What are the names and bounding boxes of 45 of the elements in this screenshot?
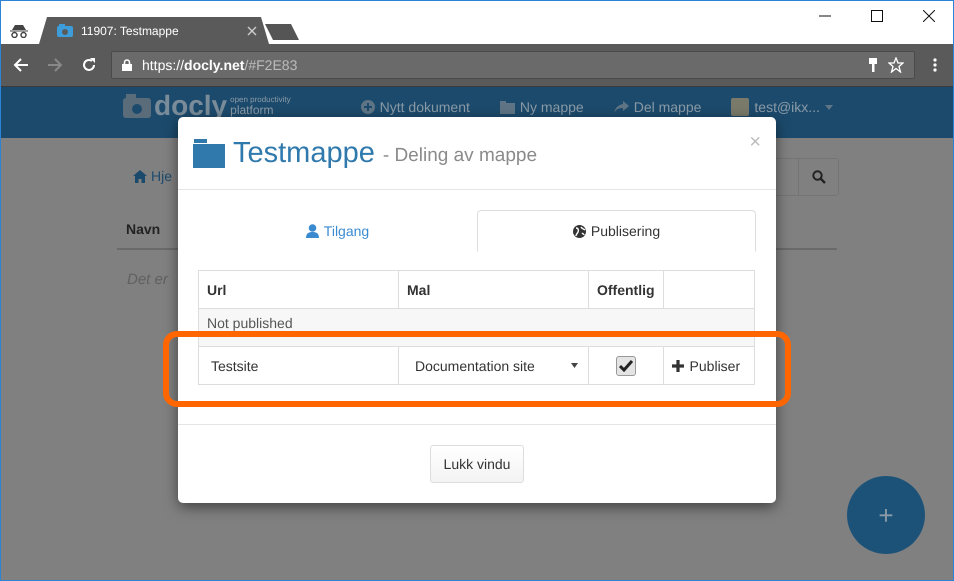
close-icon[interactable] <box>923 10 935 22</box>
plus-icon <box>672 360 684 372</box>
dialog-subtitle: - Deling av mappe <box>382 145 538 167</box>
maximize-icon[interactable] <box>871 10 883 22</box>
nav-link[interactable]: test@ikx... <box>731 98 833 116</box>
caret-icon <box>571 363 578 368</box>
column-header: Mal <box>398 270 588 308</box>
avatar <box>731 98 750 116</box>
lock-icon <box>122 59 132 71</box>
share-arrow-icon <box>614 100 629 114</box>
browser-tab[interactable]: 11907: Testmappe <box>39 17 269 44</box>
section-label: Not published <box>207 315 293 331</box>
url-text: https://docly.net/#F2E83 <box>142 57 298 73</box>
nav-link[interactable]: Ny mappe <box>500 98 584 116</box>
incognito-icon <box>9 24 29 38</box>
back-icon[interactable] <box>13 58 29 72</box>
dialog-title: Testmappe <box>233 136 375 170</box>
home-icon <box>133 170 147 182</box>
address-bar[interactable]: https://docly.net/#F2E83 <box>111 51 915 79</box>
close-button[interactable]: × <box>749 131 761 154</box>
new-tab-button[interactable] <box>265 24 299 40</box>
user-icon <box>306 224 319 238</box>
column-header: Url <box>198 270 398 308</box>
home-link[interactable]: Hje <box>133 168 172 184</box>
globe-icon <box>572 224 586 238</box>
add-button[interactable]: + <box>847 476 925 554</box>
public-checkbox[interactable] <box>616 356 636 376</box>
search-icon <box>812 170 826 184</box>
star-icon[interactable] <box>888 57 904 73</box>
nav-link[interactable]: Nytt dokument <box>360 98 470 116</box>
logo-tagline: platform <box>230 104 274 116</box>
menu-icon[interactable] <box>933 58 937 72</box>
tab[interactable]: Publisering <box>477 210 756 252</box>
tab-title: 11907: Testmappe <box>81 24 180 38</box>
close-window-button[interactable]: Lukk vindu <box>430 445 524 483</box>
caret-icon <box>824 104 833 110</box>
logo-text: docly <box>154 92 228 120</box>
plus-circle-icon <box>360 100 375 114</box>
nav-link[interactable]: Del mappe <box>614 98 702 116</box>
column-header: Navn <box>126 221 160 237</box>
search-button[interactable] <box>798 159 838 195</box>
reload-icon[interactable] <box>81 57 97 73</box>
logo-tagline: open productivity <box>230 96 291 104</box>
table-cell: Testsite <box>211 358 258 374</box>
key-icon[interactable] <box>868 58 878 72</box>
